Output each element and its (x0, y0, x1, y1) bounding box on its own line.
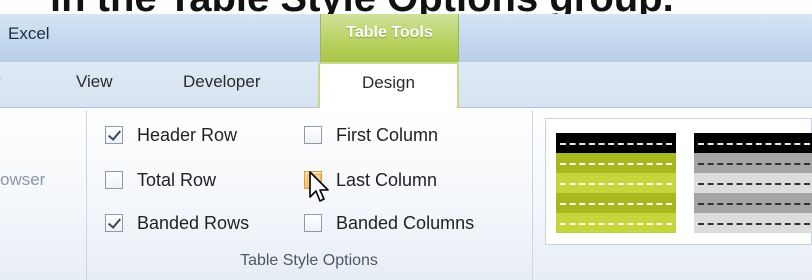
app-title: Excel (8, 24, 50, 43)
first-column-checkbox[interactable] (304, 126, 322, 144)
banded-columns-option[interactable]: Banded Columns (304, 210, 474, 236)
style-band-row (556, 193, 676, 213)
style-alt-row (556, 213, 676, 233)
banded-columns-label: Banded Columns (336, 212, 475, 233)
partial-group-label: owser (0, 170, 46, 189)
style-alt-row (694, 213, 812, 233)
tab-partial[interactable]: v (0, 72, 1, 92)
first-column-label: First Column (336, 124, 439, 145)
caption-strip: in the Table Style Options group. (0, 0, 812, 14)
last-column-label: Last Column (336, 169, 438, 190)
table-tools-label: Table Tools (346, 24, 433, 41)
total-row-label: Total Row (137, 169, 217, 190)
style-band-row (694, 193, 812, 213)
ribbon-tab-row: v View Developer Design (0, 62, 812, 109)
style-band-row (556, 153, 676, 173)
header-row-label: Header Row (137, 124, 238, 145)
style-alt-row (556, 173, 676, 193)
banded-columns-checkbox[interactable] (304, 214, 322, 232)
total-row-option[interactable]: Total Row (105, 167, 216, 193)
banded-rows-option[interactable]: Banded Rows (105, 210, 249, 236)
tab-view[interactable]: View (76, 72, 113, 92)
tab-design-label: Design (362, 73, 415, 92)
tab-design[interactable]: Design (318, 62, 459, 109)
table-style-gray[interactable] (694, 133, 812, 233)
banded-rows-checkbox[interactable] (105, 214, 123, 232)
caption-text: in the Table Style Options group. (50, 0, 674, 14)
header-row-checkbox[interactable] (105, 126, 123, 144)
first-column-option[interactable]: First Column (304, 122, 438, 148)
style-alt-row (694, 173, 812, 193)
banded-rows-label: Banded Rows (137, 212, 250, 233)
style-band-row (694, 153, 812, 173)
tab-developer[interactable]: Developer (183, 72, 261, 92)
table-style-green[interactable] (556, 133, 676, 233)
header-row-option[interactable]: Header Row (105, 122, 237, 148)
table-styles-gallery (545, 118, 812, 245)
total-row-checkbox[interactable] (105, 171, 123, 189)
table-tools-context-tab: Table Tools (320, 14, 459, 62)
mouse-pointer-icon (309, 171, 329, 202)
style-header-row (694, 133, 812, 153)
group-separator (532, 110, 533, 280)
style-header-row (556, 133, 676, 153)
table-style-options-group-label: Table Style Options (240, 252, 378, 269)
